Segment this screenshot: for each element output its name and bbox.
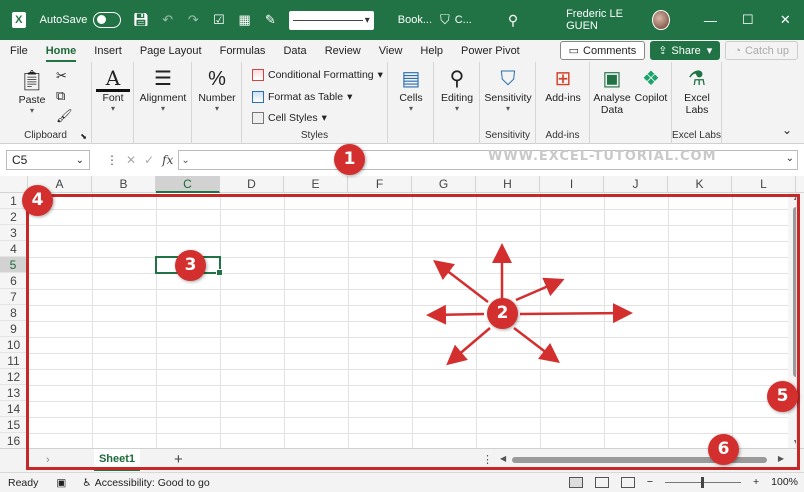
callout-badge-6: 6 [708,434,739,465]
arrow-down-left [446,327,491,366]
callout-badge-5: 5 [767,381,798,412]
arrow-right [519,303,633,324]
callout-badge-3: 3 [175,250,206,281]
callout-badge-4: 4 [22,185,53,216]
callout-badge-1: 1 [334,144,365,175]
callout-badge-2: 2 [487,298,518,329]
arrow-up-left [433,259,489,303]
arrow-up-right [515,277,565,302]
direction-arrows [426,243,633,366]
arrow-down-right [513,327,560,364]
arrow-left [426,304,485,325]
